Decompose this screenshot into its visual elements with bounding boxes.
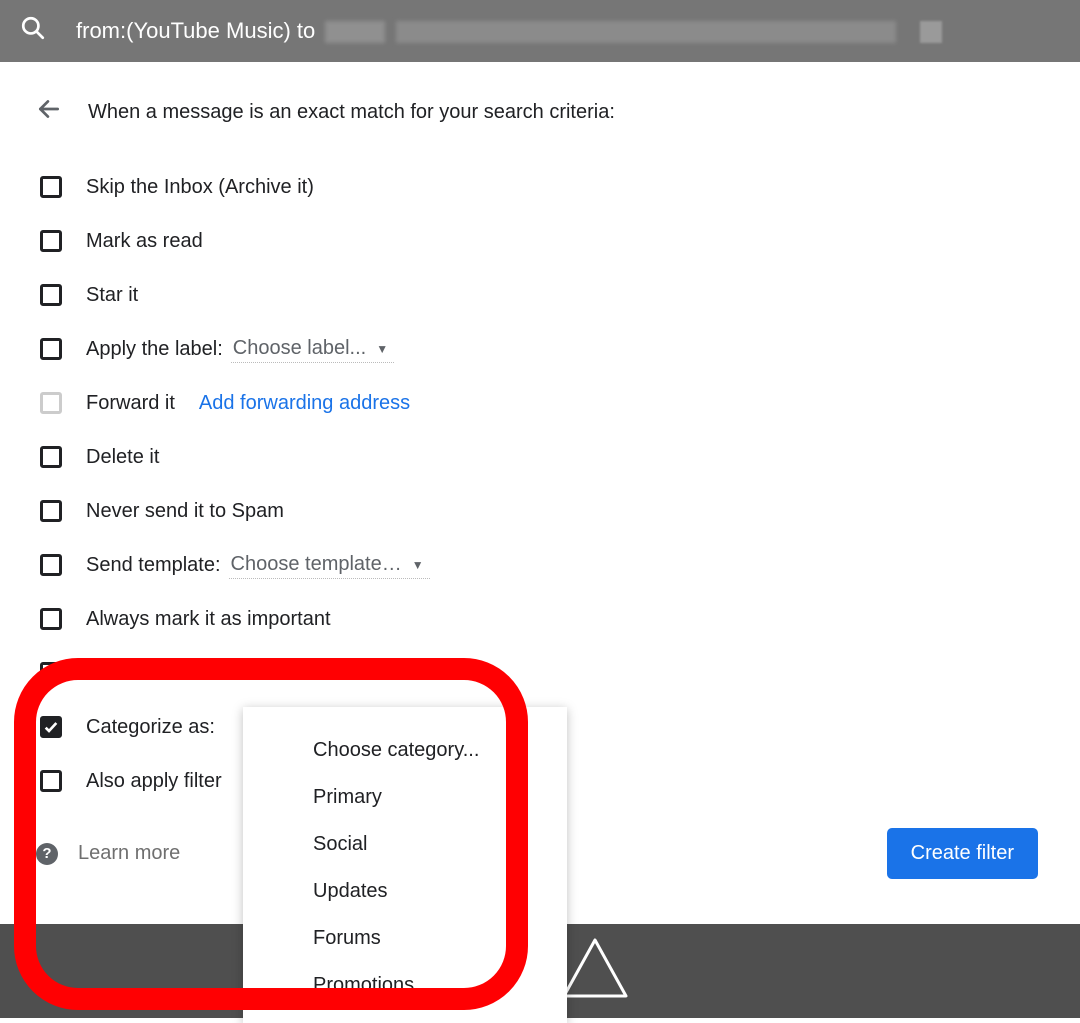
search-bar: from:(YouTube Music) to xyxy=(0,0,1080,62)
learn-more-link[interactable]: Learn more xyxy=(78,842,180,865)
option-label: Star it xyxy=(86,284,138,307)
caret-down-icon: ▼ xyxy=(412,558,424,572)
category-item-choose[interactable]: Choose category... xyxy=(243,727,567,774)
option-apply-label: Apply the label: Choose label... ▼ xyxy=(36,322,1044,376)
triangle-watermark-icon xyxy=(560,936,630,1000)
option-skip-inbox: Skip the Inbox (Archive it) xyxy=(36,160,1044,214)
option-send-template: Send template: Choose template… ▼ xyxy=(36,538,1044,592)
checkbox-skip-inbox[interactable] xyxy=(40,176,62,198)
option-delete-it: Delete it xyxy=(36,430,1044,484)
redacted-block xyxy=(920,21,942,43)
checkbox-apply-label[interactable] xyxy=(40,338,62,360)
redacted-text xyxy=(396,21,896,43)
checkbox-star-it[interactable] xyxy=(40,284,62,306)
help-section: ? Learn more xyxy=(36,842,180,865)
option-star-it: Star it xyxy=(36,268,1044,322)
back-arrow-icon[interactable] xyxy=(36,96,62,128)
checkbox-also-apply[interactable] xyxy=(40,770,62,792)
option-label: Delete it xyxy=(86,446,159,469)
option-label: Never send it to Spam xyxy=(86,500,284,523)
checkbox-hidden[interactable] xyxy=(40,662,62,684)
create-filter-button[interactable]: Create filter xyxy=(887,828,1038,879)
category-item-social[interactable]: Social xyxy=(243,821,567,868)
option-label: Send template: xyxy=(86,554,221,577)
checkbox-mark-important[interactable] xyxy=(40,608,62,630)
option-label: Always mark it as important xyxy=(86,608,331,631)
category-dropdown-menu: Choose category... Primary Social Update… xyxy=(243,707,567,1023)
category-item-promotions[interactable]: Promotions xyxy=(243,962,567,1009)
category-item-primary[interactable]: Primary xyxy=(243,774,567,821)
category-item-forums[interactable]: Forums xyxy=(243,915,567,962)
label-dropdown[interactable]: Choose label... ▼ xyxy=(231,335,394,363)
search-icon[interactable] xyxy=(20,15,46,47)
redacted-text xyxy=(325,21,385,43)
option-never-spam: Never send it to Spam xyxy=(36,484,1044,538)
checkbox-never-spam[interactable] xyxy=(40,500,62,522)
option-mark-important: Always mark it as important xyxy=(36,592,1044,646)
template-dropdown[interactable]: Choose template… ▼ xyxy=(229,551,430,579)
option-label: Categorize as: xyxy=(86,716,215,739)
dropdown-value: Choose label... xyxy=(233,337,366,360)
option-label: Also apply filter xyxy=(86,770,222,793)
help-icon[interactable]: ? xyxy=(36,843,58,865)
checkbox-categorize-as[interactable] xyxy=(40,716,62,738)
add-forwarding-link[interactable]: Add forwarding address xyxy=(199,392,410,415)
option-label: Forward it xyxy=(86,392,175,415)
option-hidden xyxy=(36,646,1044,700)
checkbox-mark-read[interactable] xyxy=(40,230,62,252)
option-forward-it: Forward it Add forwarding address xyxy=(36,376,1044,430)
header-row: When a message is an exact match for you… xyxy=(36,96,1044,128)
caret-down-icon: ▼ xyxy=(376,342,388,356)
search-query-text: from:(YouTube Music) to xyxy=(76,18,315,43)
category-item-updates[interactable]: Updates xyxy=(243,868,567,915)
page-title: When a message is an exact match for you… xyxy=(88,101,615,124)
checkbox-delete-it[interactable] xyxy=(40,446,62,468)
option-label: Mark as read xyxy=(86,230,203,253)
dropdown-value: Choose template… xyxy=(231,553,402,576)
option-mark-read: Mark as read xyxy=(36,214,1044,268)
option-label: Skip the Inbox (Archive it) xyxy=(86,176,314,199)
option-label: Apply the label: xyxy=(86,338,223,361)
checkbox-forward-it xyxy=(40,392,62,414)
search-query[interactable]: from:(YouTube Music) to xyxy=(76,18,1060,44)
checkbox-send-template[interactable] xyxy=(40,554,62,576)
